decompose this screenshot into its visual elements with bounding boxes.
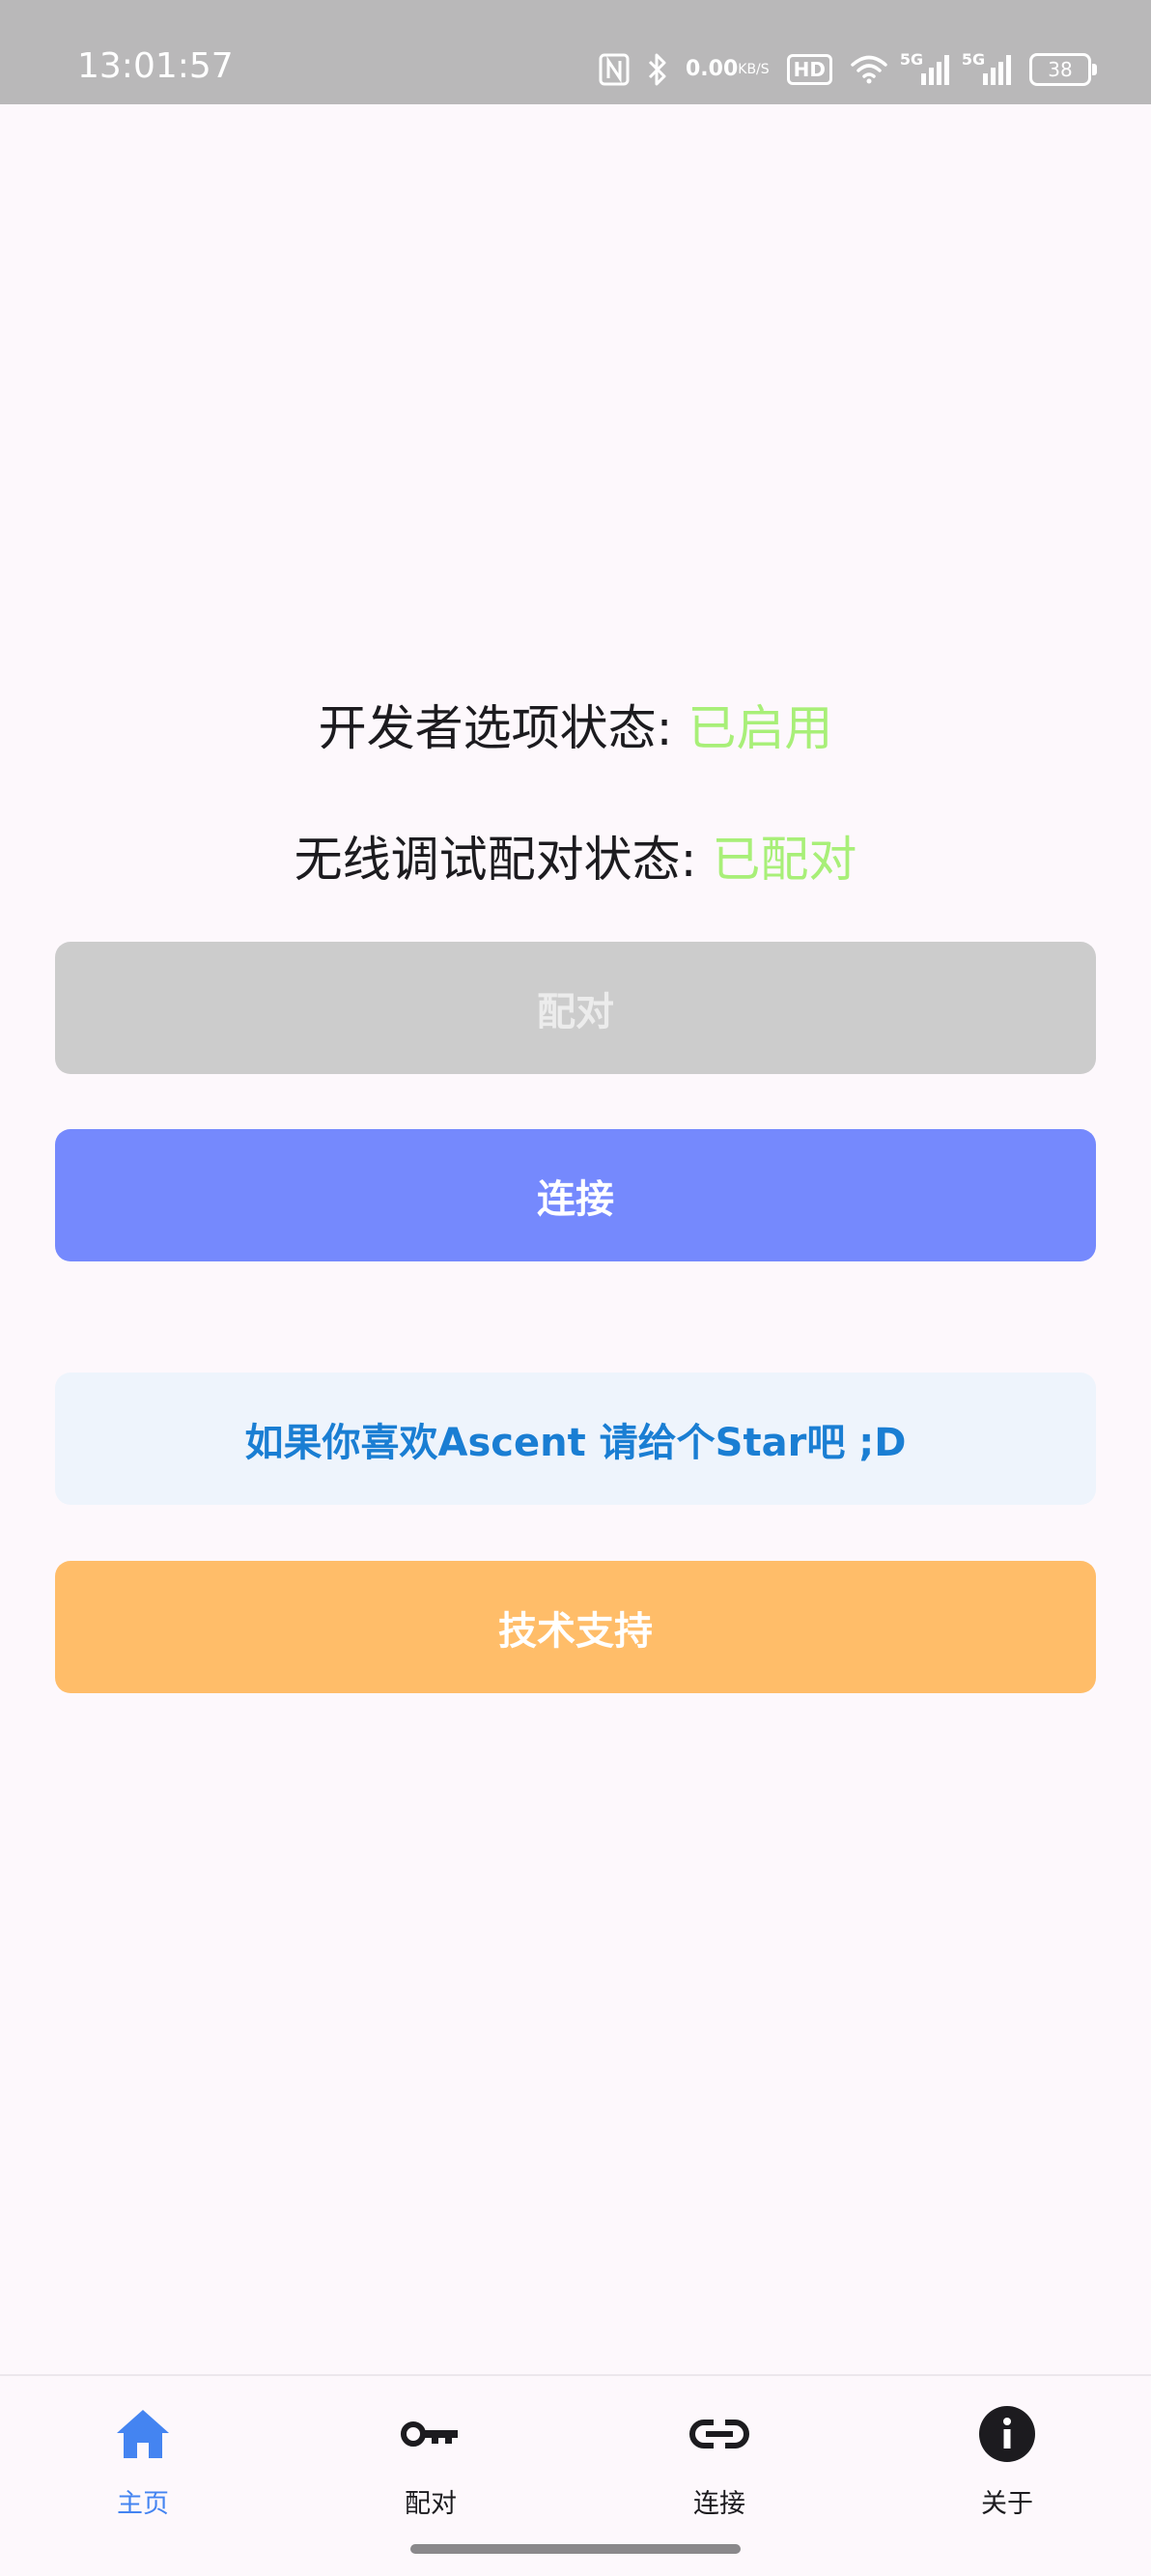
status-icons: 0.00 KB/S HD 5G 5G 38 (599, 46, 1097, 93)
info-icon (976, 2403, 1038, 2465)
battery-icon: 38 (1029, 53, 1097, 86)
developer-options-value: 已启用 (688, 700, 833, 756)
connect-button[interactable]: 连接 (55, 1129, 1096, 1261)
status-time: 13:01:57 (77, 46, 234, 86)
support-button[interactable]: 技术支持 (55, 1561, 1096, 1693)
nav-item-pair[interactable]: 配对 (334, 2395, 527, 2531)
wifi-icon (850, 54, 888, 85)
wireless-pairing-status: 无线调试配对状态: 已配对 (0, 821, 1151, 891)
network-speed-unit: KB/S (738, 62, 770, 77)
status-bar: 13:01:57 0.00 KB/S HD 5G 5G 38 (0, 0, 1151, 104)
hd-voice-icon: HD (786, 54, 832, 85)
signal-icon-sim1: 5G (900, 50, 950, 87)
link-icon (688, 2403, 750, 2465)
home-indicator[interactable] (410, 2544, 741, 2554)
nav-item-about[interactable]: 关于 (911, 2395, 1104, 2531)
bluetooth-icon (647, 52, 668, 87)
nav-label-pair: 配对 (405, 2489, 457, 2519)
nav-label-about: 关于 (981, 2489, 1033, 2519)
nav-item-connect[interactable]: 连接 (623, 2395, 816, 2531)
key-icon (400, 2403, 462, 2465)
nfc-icon (599, 53, 630, 86)
signal-icon-sim2: 5G (962, 50, 1012, 87)
nav-item-home[interactable]: 主页 (46, 2395, 239, 2531)
nav-label-home: 主页 (117, 2489, 169, 2519)
signal-label-sim2: 5G (961, 49, 986, 69)
home-icon (112, 2403, 174, 2465)
wireless-pairing-label: 无线调试配对状态: (294, 832, 713, 888)
signal-label-sim1: 5G (899, 49, 924, 69)
nav-label-connect: 连接 (693, 2489, 745, 2519)
star-button[interactable]: 如果你喜欢Ascent 请给个Star吧 ;D (55, 1373, 1096, 1505)
network-speed: 0.00 KB/S (685, 57, 770, 81)
wireless-pairing-value: 已配对 (712, 832, 857, 888)
pair-button[interactable]: 配对 (55, 942, 1096, 1074)
network-speed-value: 0.00 (685, 57, 739, 81)
developer-options-label: 开发者选项状态: (318, 700, 688, 756)
developer-options-status: 开发者选项状态: 已启用 (0, 690, 1151, 759)
